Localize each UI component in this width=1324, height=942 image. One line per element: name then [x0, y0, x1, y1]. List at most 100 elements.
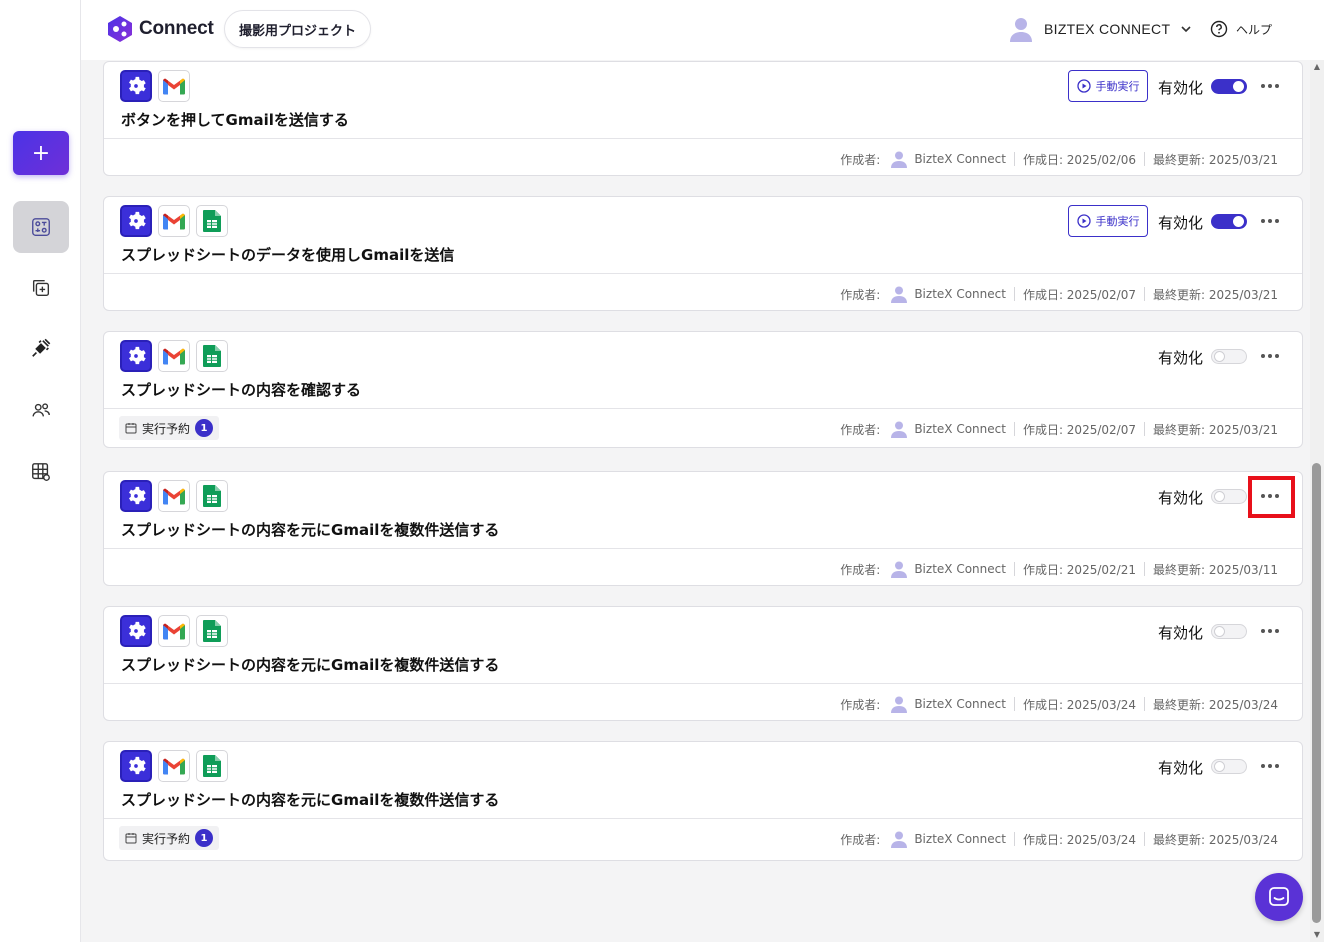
- flow-card[interactable]: スプレッドシートの内容を元にGmailを複数件送信する 有効化 実行予約 1 作…: [103, 741, 1303, 861]
- sidebar-item-tables[interactable]: [13, 446, 69, 498]
- flow-title[interactable]: スプレッドシートの内容を確認する: [121, 379, 361, 400]
- more-dots-icon: [1261, 764, 1265, 768]
- flow-card-footer: 作成者: BizteX Connect 作成日: 2025/02/06 最終更新…: [104, 139, 1302, 176]
- flow-card[interactable]: スプレッドシートのデータを使用しGmailを送信 手動実行 有効化 作成者: B: [103, 196, 1303, 311]
- flow-title[interactable]: ボタンを押してGmailを送信する: [121, 109, 349, 130]
- divider: [1013, 697, 1015, 711]
- updated-date: 最終更新: 2025/03/24: [1152, 832, 1278, 847]
- brand-name: Connect: [139, 18, 214, 39]
- created-date: 作成日: 2025/03/24: [1022, 697, 1136, 712]
- flow-meta: 作成者: BizteX Connect 作成日: 2025/02/06 最終更新…: [840, 150, 1278, 168]
- project-name: 撮影用プロジェクト: [239, 23, 357, 39]
- chevron-down-icon: [1181, 26, 1191, 33]
- sheets-icon: [196, 480, 228, 512]
- more-options-button[interactable]: [1250, 344, 1290, 368]
- flow-card-footer: 作成者: BizteX Connect 作成日: 2025/02/21 最終更新…: [104, 549, 1302, 586]
- play-icon: [1076, 214, 1091, 228]
- flow-title[interactable]: スプレッドシートのデータを使用しGmailを送信: [121, 244, 454, 265]
- manual-run-button[interactable]: 手動実行: [1068, 205, 1148, 237]
- project-selector[interactable]: 撮影用プロジェクト: [224, 10, 372, 48]
- gear-icon: [120, 205, 152, 237]
- more-dot: [1275, 354, 1279, 358]
- sidebar-item-flows[interactable]: [13, 201, 69, 253]
- chat-icon: [1269, 887, 1289, 906]
- updated-date: 最終更新: 2025/03/21: [1152, 422, 1278, 437]
- creator-avatar-icon: [891, 286, 908, 303]
- updated-date: 最終更新: 2025/03/11: [1152, 562, 1278, 577]
- flow-title[interactable]: スプレッドシートの内容を元にGmailを複数件送信する: [121, 789, 499, 810]
- updated-date: 最終更新: 2025/03/24: [1152, 697, 1278, 712]
- toggle-knob: [1214, 491, 1225, 502]
- more-options-button[interactable]: [1250, 754, 1290, 778]
- user-name: BIZTEX CONNECT: [1044, 21, 1171, 37]
- plug-icon: [32, 338, 51, 357]
- help-link[interactable]: ヘルプ: [1210, 20, 1272, 38]
- updated-date: 最終更新: 2025/03/21: [1152, 287, 1278, 302]
- enable-label: 有効化: [1158, 349, 1204, 367]
- divider: [1143, 697, 1145, 711]
- sheets-icon: [196, 615, 228, 647]
- gmail-icon: [158, 480, 190, 512]
- scroll-down-icon[interactable]: ▼: [1310, 928, 1324, 940]
- enable-toggle[interactable]: [1211, 79, 1247, 94]
- divider: [1013, 562, 1015, 576]
- connect-logo-icon: [108, 16, 132, 42]
- flow-card-footer: 実行予約 1 作成者: BizteX Connect 作成日: 2025/02/…: [104, 409, 1302, 446]
- divider: [1143, 287, 1145, 301]
- flow-card-header: ボタンを押してGmailを送信する 手動実行 有効化: [104, 62, 1302, 139]
- more-dots-icon: [1261, 494, 1265, 498]
- help-icon: [1210, 20, 1228, 38]
- sheets-icon: [196, 340, 228, 372]
- more-options-button[interactable]: [1250, 74, 1290, 98]
- schedule-label: 実行予約: [142, 421, 191, 436]
- flow-title[interactable]: スプレッドシートの内容を元にGmailを複数件送信する: [121, 654, 499, 675]
- created-date: 作成日: 2025/02/06: [1022, 152, 1136, 167]
- scroll-thumb[interactable]: [1312, 463, 1321, 923]
- enable-toggle[interactable]: [1211, 489, 1247, 504]
- toggle-knob: [1214, 626, 1225, 637]
- flow-card[interactable]: スプレッドシートの内容を元にGmailを複数件送信する 有効化 作成者: Biz…: [103, 606, 1303, 721]
- enable-toggle[interactable]: [1211, 349, 1247, 364]
- sidebar-item-templates[interactable]: [13, 262, 69, 314]
- more-options-button[interactable]: [1250, 619, 1290, 643]
- flow-card-footer: 実行予約 1 作成者: BizteX Connect 作成日: 2025/03/…: [104, 819, 1302, 856]
- more-options-button[interactable]: [1250, 209, 1290, 233]
- flow-title[interactable]: スプレッドシートの内容を元にGmailを複数件送信する: [121, 519, 499, 540]
- more-dots-icon: [1261, 219, 1265, 223]
- scrollbar[interactable]: ▲ ▼: [1310, 60, 1324, 942]
- enable-label: 有効化: [1158, 489, 1204, 507]
- flow-card[interactable]: スプレッドシートの内容を確認する 有効化 実行予約 1 作成者: BizteX …: [103, 331, 1303, 448]
- user-menu[interactable]: BIZTEX CONNECT: [1008, 16, 1192, 42]
- flow-card[interactable]: ボタンを押してGmailを送信する 手動実行 有効化 作成者: BizteX C: [103, 61, 1303, 176]
- schedule-badge[interactable]: 実行予約 1: [119, 826, 220, 850]
- sidebar-item-members[interactable]: [13, 384, 69, 436]
- app-icons: [120, 70, 190, 102]
- top-header: Connect 撮影用プロジェクト BIZTEX CONNECT ヘルプ: [81, 0, 1324, 60]
- more-dot: [1275, 219, 1279, 223]
- gmail-icon: [158, 205, 190, 237]
- app-icons: [120, 205, 228, 237]
- created-date: 作成日: 2025/02/07: [1022, 422, 1136, 437]
- add-flow-button[interactable]: +: [13, 131, 69, 175]
- more-options-button[interactable]: [1250, 484, 1290, 508]
- schedule-label: 実行予約: [142, 831, 191, 846]
- created-date: 作成日: 2025/03/24: [1022, 832, 1136, 847]
- enable-toggle[interactable]: [1211, 759, 1247, 774]
- add-copy-icon: [32, 279, 50, 297]
- schedule-badge[interactable]: 実行予約 1: [119, 416, 220, 440]
- creator-avatar-icon: [891, 831, 908, 848]
- flow-card[interactable]: スプレッドシートの内容を元にGmailを複数件送信する 有効化 作成者: Biz…: [103, 471, 1303, 586]
- creator-label: 作成者:: [840, 287, 881, 302]
- manual-run-button[interactable]: 手動実行: [1068, 70, 1148, 102]
- brand-logo[interactable]: Connect: [107, 15, 214, 43]
- scroll-up-icon[interactable]: ▲: [1310, 60, 1324, 72]
- enable-toggle[interactable]: [1211, 214, 1247, 229]
- created-date: 作成日: 2025/02/07: [1022, 287, 1136, 302]
- divider: [1013, 287, 1015, 301]
- enable-toggle[interactable]: [1211, 624, 1247, 639]
- divider: [1143, 422, 1145, 436]
- app-icons: [120, 750, 228, 782]
- creator-name: BizteX Connect: [914, 832, 1006, 846]
- chat-button[interactable]: [1255, 873, 1303, 921]
- sidebar-item-connections[interactable]: [13, 322, 69, 374]
